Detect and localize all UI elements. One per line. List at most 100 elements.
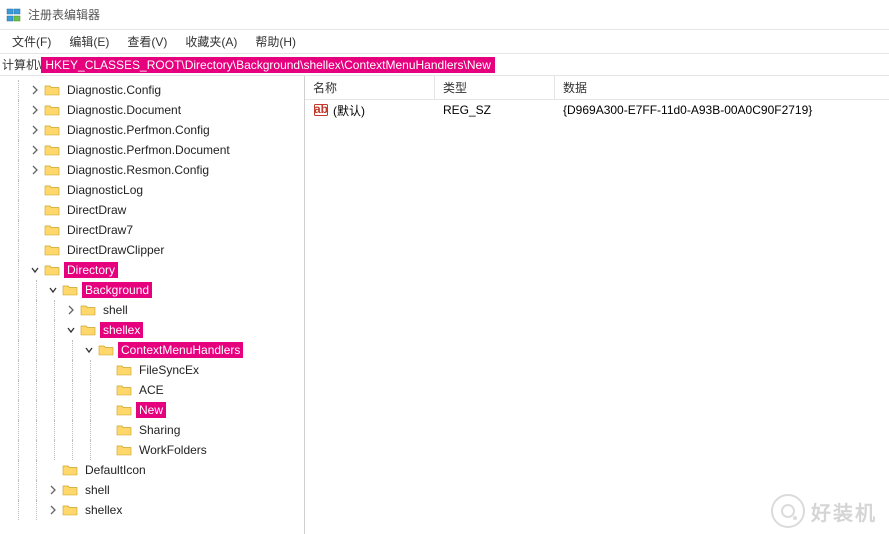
chevron-down-icon[interactable] xyxy=(28,263,42,277)
tree-item-n6[interactable]: DirectDraw xyxy=(0,200,304,220)
tree-item-n21[interactable]: shellex xyxy=(0,500,304,520)
value-type: REG_SZ xyxy=(435,103,555,117)
menu-view[interactable]: 查看(V) xyxy=(119,31,175,52)
tree-item-label: WorkFolders xyxy=(136,442,210,458)
tree-item-label: Directory xyxy=(64,262,118,278)
tree-item-label: Diagnostic.Resmon.Config xyxy=(64,162,212,178)
menu-help[interactable]: 帮助(H) xyxy=(247,31,304,52)
tree-item-label: DirectDrawClipper xyxy=(64,242,167,258)
folder-icon xyxy=(62,503,78,517)
folder-icon xyxy=(44,243,60,257)
chevron-down-icon[interactable] xyxy=(64,323,78,337)
folder-icon xyxy=(116,383,132,397)
tree-item-label: DiagnosticLog xyxy=(64,182,146,198)
tree-item-label: shell xyxy=(82,482,113,498)
folder-icon xyxy=(44,143,60,157)
tree-item-n16[interactable]: New xyxy=(0,400,304,420)
col-header-type[interactable]: 类型 xyxy=(435,76,555,99)
chevron-right-icon[interactable] xyxy=(46,503,60,517)
value-data: {D969A300-E7FF-11d0-A93B-00A0C90F2719} xyxy=(555,103,889,117)
tree-item-label: DirectDraw7 xyxy=(64,222,136,238)
tree-item-n10[interactable]: Background xyxy=(0,280,304,300)
tree-item-label: shellex xyxy=(82,502,125,518)
folder-icon xyxy=(62,283,78,297)
tree-item-n13[interactable]: ContextMenuHandlers xyxy=(0,340,304,360)
tree-item-n5[interactable]: DiagnosticLog xyxy=(0,180,304,200)
tree-item-label: DirectDraw xyxy=(64,202,129,218)
values-header: 名称 类型 数据 xyxy=(305,76,889,100)
tree-item-n17[interactable]: Sharing xyxy=(0,420,304,440)
tree-item-label: shell xyxy=(100,302,131,318)
folder-icon xyxy=(98,343,114,357)
tree-item-n4[interactable]: Diagnostic.Resmon.Config xyxy=(0,160,304,180)
address-bar[interactable]: 计算机\ HKEY_CLASSES_ROOT\Directory\Backgro… xyxy=(0,54,889,76)
chevron-down-icon[interactable] xyxy=(46,283,60,297)
menu-bar: 文件(F) 编辑(E) 查看(V) 收藏夹(A) 帮助(H) xyxy=(0,30,889,54)
folder-icon xyxy=(44,263,60,277)
col-header-name[interactable]: 名称 xyxy=(305,76,435,99)
tree-item-n7[interactable]: DirectDraw7 xyxy=(0,220,304,240)
col-header-data[interactable]: 数据 xyxy=(555,76,889,99)
menu-file[interactable]: 文件(F) xyxy=(4,31,59,52)
tree-item-n9[interactable]: Directory xyxy=(0,260,304,280)
chevron-right-icon[interactable] xyxy=(28,123,42,137)
tree-item-n11[interactable]: shell xyxy=(0,300,304,320)
tree-item-n14[interactable]: FileSyncEx xyxy=(0,360,304,380)
tree-item-n20[interactable]: shell xyxy=(0,480,304,500)
chevron-right-icon[interactable] xyxy=(28,83,42,97)
tree-item-n1[interactable]: Diagnostic.Document xyxy=(0,100,304,120)
value-row[interactable]: ab (默认) REG_SZ {D969A300-E7FF-11d0-A93B-… xyxy=(305,100,889,120)
chevron-right-icon[interactable] xyxy=(28,143,42,157)
tree-item-label: Background xyxy=(82,282,152,298)
menu-favorites[interactable]: 收藏夹(A) xyxy=(177,31,245,52)
folder-icon xyxy=(62,483,78,497)
window-title: 注册表编辑器 xyxy=(28,6,100,23)
folder-icon xyxy=(116,363,132,377)
chevron-right-icon[interactable] xyxy=(46,483,60,497)
folder-icon xyxy=(116,423,132,437)
value-name: (默认) xyxy=(333,102,365,119)
regedit-app-icon xyxy=(6,7,22,23)
folder-icon xyxy=(62,463,78,477)
tree-item-label: Diagnostic.Config xyxy=(64,82,164,98)
chevron-right-icon[interactable] xyxy=(28,103,42,117)
tree-item-n8[interactable]: DirectDrawClipper xyxy=(0,240,304,260)
svg-text:ab: ab xyxy=(314,102,328,116)
tree-item-label: shellex xyxy=(100,322,143,338)
folder-icon xyxy=(116,443,132,457)
folder-icon xyxy=(44,103,60,117)
title-bar: 注册表编辑器 xyxy=(0,0,889,30)
tree-item-label: ACE xyxy=(136,382,167,398)
tree-item-label: FileSyncEx xyxy=(136,362,202,378)
content-area: Diagnostic.Config Diagnostic.Document Diag… xyxy=(0,76,889,534)
tree-item-label: New xyxy=(136,402,166,418)
tree-item-label: Diagnostic.Perfmon.Config xyxy=(64,122,213,138)
folder-icon xyxy=(44,83,60,97)
tree-item-n3[interactable]: Diagnostic.Perfmon.Document xyxy=(0,140,304,160)
string-value-icon: ab xyxy=(313,102,329,118)
tree-item-label: ContextMenuHandlers xyxy=(118,342,243,358)
chevron-right-icon[interactable] xyxy=(64,303,78,317)
address-path: HKEY_CLASSES_ROOT\Directory\Background\s… xyxy=(41,57,495,73)
folder-icon xyxy=(80,323,96,337)
tree-item-n15[interactable]: ACE xyxy=(0,380,304,400)
folder-icon xyxy=(116,403,132,417)
tree-item-label: DefaultIcon xyxy=(82,462,149,478)
tree-item-label: Sharing xyxy=(136,422,183,438)
chevron-right-icon[interactable] xyxy=(28,163,42,177)
tree-item-n12[interactable]: shellex xyxy=(0,320,304,340)
values-panel[interactable]: 名称 类型 数据 ab (默认) REG_SZ {D969A300-E7FF-1… xyxy=(305,76,889,534)
folder-icon xyxy=(80,303,96,317)
tree-panel[interactable]: Diagnostic.Config Diagnostic.Document Diag… xyxy=(0,76,305,534)
chevron-down-icon[interactable] xyxy=(82,343,96,357)
menu-edit[interactable]: 编辑(E) xyxy=(61,31,117,52)
tree-item-label: Diagnostic.Document xyxy=(64,102,184,118)
tree-item-n18[interactable]: WorkFolders xyxy=(0,440,304,460)
tree-item-n2[interactable]: Diagnostic.Perfmon.Config xyxy=(0,120,304,140)
tree-item-label: Diagnostic.Perfmon.Document xyxy=(64,142,233,158)
tree-item-n19[interactable]: DefaultIcon xyxy=(0,460,304,480)
address-prefix: 计算机\ xyxy=(2,56,41,73)
tree-item-n0[interactable]: Diagnostic.Config xyxy=(0,80,304,100)
folder-icon xyxy=(44,163,60,177)
folder-icon xyxy=(44,203,60,217)
